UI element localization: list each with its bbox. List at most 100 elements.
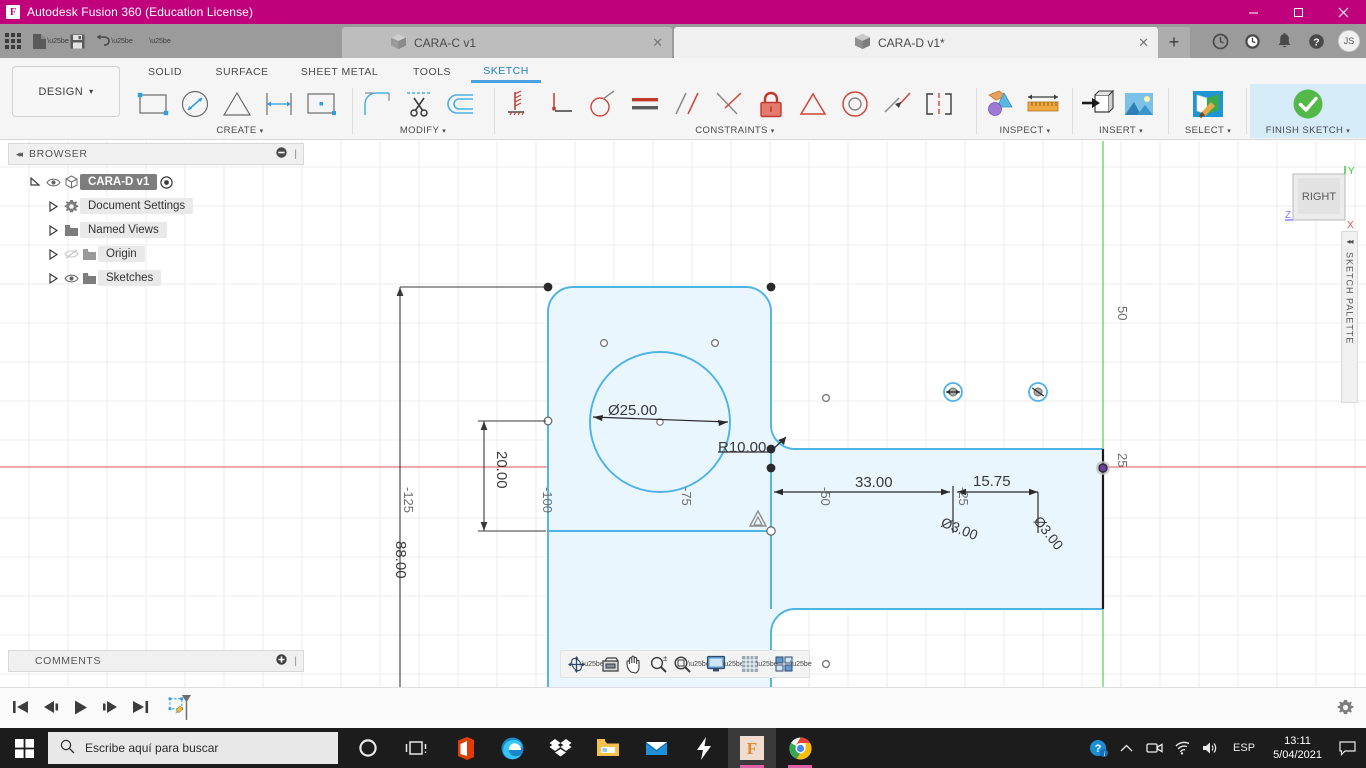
- show-hidden-icons-icon[interactable]: [1113, 728, 1139, 768]
- tree-node-sketches[interactable]: Sketches: [8, 266, 304, 290]
- comments-resize-grip[interactable]: |: [294, 656, 297, 667]
- fusion360-icon[interactable]: F: [728, 728, 776, 768]
- measure-ruler-icon[interactable]: [1022, 84, 1064, 124]
- visibility-eye-icon[interactable]: [62, 273, 80, 284]
- tree-node-origin[interactable]: Origin: [8, 242, 304, 266]
- chevron-down-icon[interactable]: ▾: [1227, 128, 1231, 135]
- select-tool-icon[interactable]: [1187, 84, 1229, 124]
- app-grid-icon[interactable]: [0, 24, 26, 58]
- save-icon[interactable]: [64, 24, 90, 58]
- help-support-icon[interactable]: ? i: [1085, 728, 1111, 768]
- search-input[interactable]: Escribe aquí para buscar: [48, 732, 338, 764]
- concentric-constraint-icon[interactable]: [834, 84, 876, 124]
- fix-constraint-icon[interactable]: [498, 84, 540, 124]
- look-at-icon[interactable]: [598, 651, 622, 677]
- display-settings-caret-icon[interactable]: \u25be: [722, 651, 743, 677]
- browser-header[interactable]: ◂◂ BROWSER |: [8, 143, 304, 165]
- maximize-button[interactable]: [1276, 0, 1321, 24]
- perpendicular-constraint-icon[interactable]: [708, 84, 750, 124]
- task-view-icon[interactable]: [392, 728, 440, 768]
- expand-arrow-icon[interactable]: [44, 224, 62, 236]
- tab-surface[interactable]: SURFACE: [198, 61, 286, 83]
- camera-icon[interactable]: [1141, 728, 1167, 768]
- expand-arrow-icon[interactable]: [26, 176, 44, 188]
- close-button[interactable]: [1321, 0, 1366, 24]
- step-back-icon[interactable]: [38, 693, 62, 721]
- close-tab-icon[interactable]: ✕: [1138, 35, 1149, 51]
- help-icon[interactable]: ?: [1306, 31, 1326, 51]
- file-explorer-icon[interactable]: [584, 728, 632, 768]
- collinear-constraint-icon[interactable]: [876, 84, 918, 124]
- insert-derive-icon[interactable]: [1076, 84, 1118, 124]
- mail-icon[interactable]: [632, 728, 680, 768]
- minimize-button[interactable]: [1231, 0, 1276, 24]
- undo-caret-icon[interactable]: \u25be: [111, 24, 132, 58]
- step-forward-icon[interactable]: [98, 693, 122, 721]
- document-tab-cara-c[interactable]: CARA-C v1 ✕: [342, 27, 672, 58]
- chevron-down-icon[interactable]: ▾: [771, 128, 775, 135]
- browser-minus-icon[interactable]: [276, 145, 288, 163]
- wifi-icon[interactable]: [1169, 728, 1195, 768]
- document-tab-cara-d[interactable]: CARA-D v1* ✕: [674, 27, 1158, 58]
- line-tool-icon[interactable]: [216, 84, 258, 124]
- expand-arrow-icon[interactable]: [44, 200, 62, 212]
- tangent-constraint-icon[interactable]: [582, 84, 624, 124]
- tab-tools[interactable]: TOOLS: [393, 61, 471, 83]
- cortana-icon[interactable]: [344, 728, 392, 768]
- sketch-palette-panel[interactable]: ◂◂ SKETCH PALETTE: [1341, 231, 1358, 403]
- clock[interactable]: 13:11 5/04/2021: [1265, 734, 1330, 762]
- visibility-eye-icon[interactable]: [44, 177, 62, 188]
- dimension-tool-icon[interactable]: [258, 84, 300, 124]
- pan-icon[interactable]: [622, 651, 646, 677]
- redo-caret-icon[interactable]: \u25be: [149, 24, 170, 58]
- tab-solid[interactable]: SOLID: [132, 61, 198, 83]
- panel-finish-sketch[interactable]: FINISH SKETCH ▾: [1250, 84, 1366, 138]
- add-comment-icon[interactable]: [276, 652, 288, 670]
- action-center-icon[interactable]: [1332, 728, 1362, 768]
- office-icon[interactable]: [440, 728, 488, 768]
- midpoint-constraint-icon[interactable]: [792, 84, 834, 124]
- new-document-caret-icon[interactable]: \u25be: [47, 24, 68, 58]
- comments-header[interactable]: COMMENTS |: [8, 650, 304, 672]
- chevron-down-icon[interactable]: ▾: [442, 128, 446, 135]
- circle-tool-icon[interactable]: [174, 84, 216, 124]
- tree-node-cara-d[interactable]: CARA-D v1: [8, 170, 304, 194]
- timeline-settings-icon[interactable]: [1337, 699, 1354, 721]
- parallel-constraint-icon[interactable]: [666, 84, 708, 124]
- windows-start-icon[interactable]: [0, 728, 48, 768]
- chevron-down-icon[interactable]: ▾: [260, 128, 264, 135]
- sketch-point-tool-icon[interactable]: [300, 84, 342, 124]
- offset-tool-icon[interactable]: [440, 84, 482, 124]
- chevron-down-icon[interactable]: ▾: [1047, 128, 1051, 135]
- fillet-tool-icon[interactable]: [356, 84, 398, 124]
- viewports-caret-icon[interactable]: \u25be: [790, 651, 811, 677]
- expand-arrow-icon[interactable]: [44, 272, 62, 284]
- volume-icon[interactable]: [1197, 728, 1223, 768]
- close-tab-icon[interactable]: ✕: [652, 35, 663, 51]
- visibility-hidden-icon[interactable]: [62, 248, 80, 260]
- insert-image-icon[interactable]: [1118, 84, 1160, 124]
- equal-constraint-icon[interactable]: [624, 84, 666, 124]
- finish-sketch-check-icon[interactable]: [1287, 84, 1329, 124]
- tree-node-named-views[interactable]: Named Views: [8, 218, 304, 242]
- chevron-down-icon[interactable]: ▾: [1139, 128, 1143, 135]
- fix-unfix-constraint-icon[interactable]: [750, 84, 792, 124]
- job-status-icon[interactable]: [1210, 31, 1230, 51]
- lightning-icon[interactable]: [680, 728, 728, 768]
- grid-snaps-caret-icon[interactable]: \u25be: [756, 651, 777, 677]
- trim-tool-icon[interactable]: [398, 84, 440, 124]
- avatar[interactable]: JS: [1338, 30, 1360, 52]
- measure-tool-icon[interactable]: [980, 84, 1022, 124]
- orbit-caret-icon[interactable]: \u25be: [582, 651, 603, 677]
- workspace-switcher[interactable]: DESIGN ▾: [12, 66, 120, 117]
- sketch-feature-icon[interactable]: [168, 693, 192, 721]
- chevron-down-icon[interactable]: ▾: [1346, 128, 1350, 135]
- tree-node-document-settings[interactable]: Document Settings: [8, 194, 304, 218]
- dropbox-icon[interactable]: [536, 728, 584, 768]
- zoom-icon[interactable]: ±: [646, 651, 670, 677]
- zoom-window-caret-icon[interactable]: \u25be: [688, 651, 709, 677]
- symmetry-constraint-icon[interactable]: [918, 84, 960, 124]
- tab-sheet-metal[interactable]: SHEET METAL: [286, 61, 393, 83]
- notifications-bell-icon[interactable]: [1274, 31, 1294, 51]
- go-to-beginning-icon[interactable]: [8, 693, 32, 721]
